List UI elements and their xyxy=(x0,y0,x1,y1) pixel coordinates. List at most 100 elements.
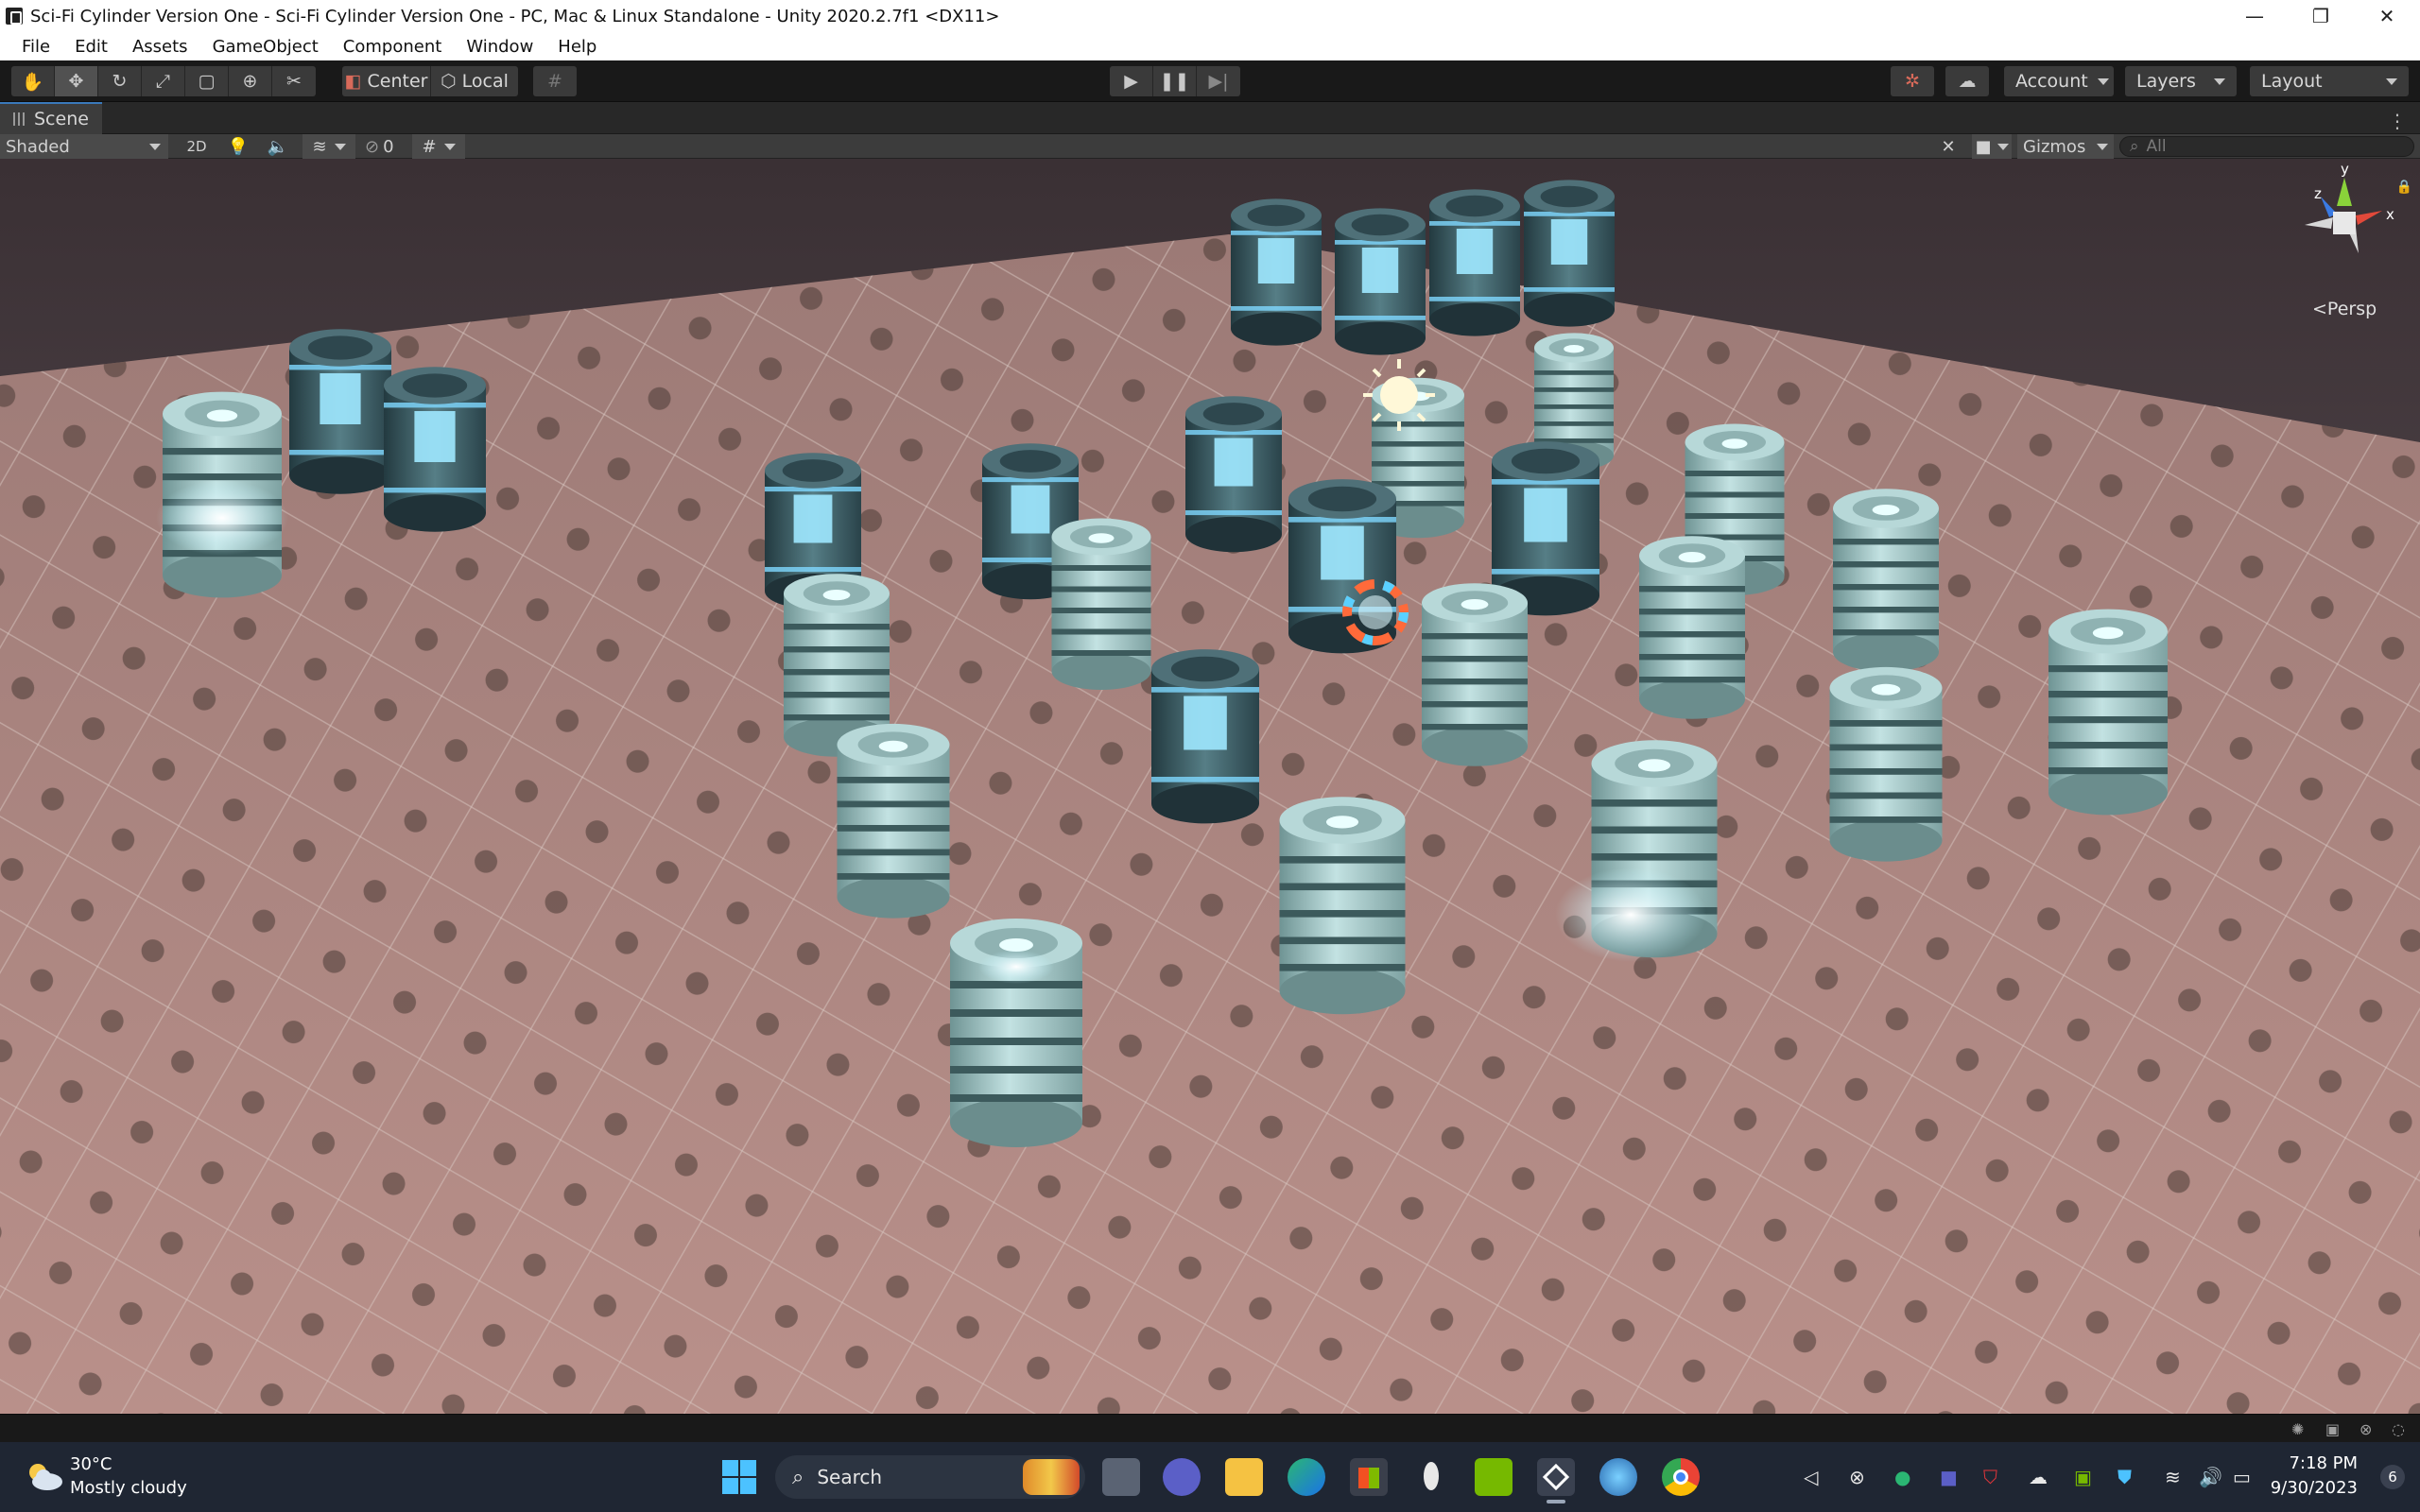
search-highlight-icon xyxy=(1023,1459,1080,1495)
layout-dropdown[interactable]: Layout xyxy=(2250,66,2409,96)
teams-icon[interactable]: ■ xyxy=(1940,1466,1958,1488)
weather-cloudy-icon[interactable] xyxy=(25,1461,64,1491)
custom-tool-icon[interactable]: ✂ xyxy=(272,66,316,96)
minimize-button[interactable]: — xyxy=(2221,0,2288,32)
hand-tool-icon[interactable]: ✋ xyxy=(11,66,55,96)
audio-toggle-icon[interactable]: 🔈 xyxy=(267,134,289,159)
menu-edit[interactable]: Edit xyxy=(62,37,120,57)
hidden-count: 0 xyxy=(383,136,394,157)
system-icon-share[interactable]: ◁ xyxy=(1804,1466,1818,1488)
pause-button[interactable]: ❚❚ xyxy=(1153,66,1197,96)
alienware-icon[interactable] xyxy=(1412,1458,1450,1496)
menu-gameobject[interactable]: GameObject xyxy=(200,37,331,57)
collab-group: ✲ xyxy=(1891,66,1934,96)
chat-icon[interactable] xyxy=(1163,1458,1201,1496)
z-axis-label: z xyxy=(2314,185,2322,202)
progress-icon[interactable]: ◌ xyxy=(2392,1420,2411,1438)
menu-window[interactable]: Window xyxy=(454,37,545,57)
transform-tool-icon[interactable]: ⊕ xyxy=(229,66,272,96)
more-options-icon[interactable]: ⋮ xyxy=(2388,110,2407,132)
account-dropdown[interactable]: Account xyxy=(2004,66,2114,96)
scale-tool-icon[interactable]: ⤢ xyxy=(142,66,185,96)
nvidia-icon[interactable] xyxy=(1475,1458,1512,1496)
store-icon[interactable] xyxy=(1350,1458,1388,1496)
weather-desc[interactable]: Mostly cloudy xyxy=(70,1478,187,1498)
pivot-toggle[interactable]: ◧ Center xyxy=(342,66,431,96)
scene-search-input[interactable]: ⌕ All xyxy=(2119,136,2414,157)
close-button[interactable]: ✕ xyxy=(2354,0,2420,32)
play-button[interactable]: ▶ xyxy=(1110,66,1153,96)
cloud-group: ☁ xyxy=(1945,66,1989,96)
wifi-icon[interactable]: ≋ xyxy=(2165,1466,2181,1488)
rotate-tool-icon[interactable]: ↻ xyxy=(98,66,142,96)
globe-icon[interactable] xyxy=(1599,1458,1637,1496)
scene-viewport[interactable]: y z x <Persp 🔒 xyxy=(0,159,2420,1414)
hidden-objects-toggle[interactable]: ⊘ 0 xyxy=(365,134,403,159)
main-toolbar: ✋ ✥ ↻ ⤢ ▢ ⊕ ✂ ◧ Center ⬡ Local # ▶ ❚❚ ▶|… xyxy=(0,60,2420,102)
camera-icon: ■ xyxy=(1975,136,1992,157)
battery-icon[interactable]: ▭ xyxy=(2233,1466,2251,1488)
weather-temp[interactable]: 30°C xyxy=(70,1454,112,1474)
chevron-down-icon xyxy=(149,143,161,150)
menu-help[interactable]: Help xyxy=(545,37,609,57)
step-button[interactable]: ▶| xyxy=(1197,66,1240,96)
windows-start-icon[interactable] xyxy=(720,1458,758,1496)
chevron-down-icon xyxy=(2097,143,2108,150)
camera-dropdown[interactable]: ■ xyxy=(1972,134,2012,159)
tab-scene-label: Scene xyxy=(34,109,89,129)
notification-badge[interactable]: 6 xyxy=(2380,1465,2405,1489)
auto-generate-icon[interactable]: ⊗ xyxy=(2360,1420,2378,1438)
tools-icon[interactable]: ✕ xyxy=(1934,134,1962,159)
space-toggle[interactable]: ⬡ Local xyxy=(431,66,518,96)
pivot-icon: ◧ xyxy=(344,71,362,92)
clock-date[interactable]: 9/30/2023 xyxy=(2271,1478,2358,1498)
file-explorer-icon[interactable] xyxy=(1225,1458,1263,1496)
menu-assets[interactable]: Assets xyxy=(120,37,200,57)
move-tool-icon[interactable]: ✥ xyxy=(55,66,98,96)
chevron-down-icon xyxy=(443,143,456,150)
edge-icon[interactable] xyxy=(1288,1458,1325,1496)
unity-icon xyxy=(6,8,23,25)
title-bar: Sci-Fi Cylinder Version One - Sci-Fi Cyl… xyxy=(0,0,2420,32)
collab-icon[interactable]: ✲ xyxy=(1891,66,1934,96)
rect-tool-icon[interactable]: ▢ xyxy=(185,66,229,96)
clock-time[interactable]: 7:18 PM xyxy=(2289,1453,2358,1473)
nvidia-tray-icon[interactable]: ▣ xyxy=(2074,1466,2092,1488)
unity-taskbar-icon[interactable] xyxy=(1537,1458,1575,1503)
tray-app-icon[interactable]: ● xyxy=(1894,1466,1910,1488)
lighting-toggle-icon[interactable]: 💡 xyxy=(227,134,250,159)
grid-icon xyxy=(13,112,25,126)
restore-button[interactable]: ❐ xyxy=(2288,0,2354,32)
windows-taskbar: 30°C Mostly cloudy ⌕ Search ◁ ⊗ ● ■ ⛉ ☁ … xyxy=(0,1442,2420,1512)
lock-icon[interactable]: 🔒 xyxy=(2396,180,2412,195)
menu-file[interactable]: File xyxy=(9,37,62,57)
effects-dropdown[interactable]: ≋ xyxy=(302,134,355,159)
grid-snap-icon[interactable]: # xyxy=(533,66,577,96)
gizmos-dropdown[interactable]: Gizmos xyxy=(2017,134,2114,159)
cloud-icon[interactable]: ☁ xyxy=(1945,66,1989,96)
eye-slash-icon: ⊘ xyxy=(365,136,380,157)
task-view-icon[interactable] xyxy=(1102,1458,1140,1496)
menu-bar: File Edit Assets GameObject Component Wi… xyxy=(0,32,2420,60)
projection-label[interactable]: <Persp xyxy=(2312,299,2377,319)
orientation-gizmo[interactable]: y z x <Persp xyxy=(2288,161,2401,319)
grid-snapping-icon: # xyxy=(422,136,437,157)
tab-scene[interactable]: Scene xyxy=(0,102,102,134)
mcafee-icon[interactable]: ⛉ xyxy=(1983,1466,1997,1488)
chrome-icon[interactable] xyxy=(1662,1458,1700,1496)
security-icon[interactable]: ⛊ xyxy=(2118,1466,2132,1488)
cloud-tray-icon[interactable]: ☁ xyxy=(2029,1466,2048,1488)
mode-2d-toggle[interactable]: 2D xyxy=(180,134,214,159)
layout-label: Layout xyxy=(2261,71,2323,92)
layers-dropdown[interactable]: Layers xyxy=(2125,66,2237,96)
menu-component[interactable]: Component xyxy=(331,37,455,57)
grid-dropdown[interactable]: # xyxy=(412,134,465,159)
cache-icon[interactable]: ▣ xyxy=(2325,1420,2344,1438)
draw-mode-dropdown[interactable]: Shaded xyxy=(0,134,168,159)
debug-icon[interactable]: ✺ xyxy=(2291,1420,2310,1438)
chevron-down-icon xyxy=(2097,77,2109,85)
volume-icon[interactable]: 🔊 xyxy=(2199,1466,2222,1488)
scene-render xyxy=(0,159,2420,1414)
xbox-icon[interactable]: ⊗ xyxy=(1849,1466,1865,1488)
taskbar-search[interactable]: ⌕ Search xyxy=(775,1455,1085,1499)
